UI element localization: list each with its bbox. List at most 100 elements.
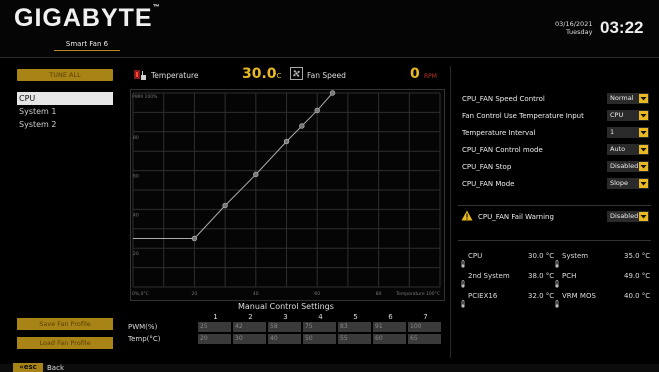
thermometer-icon: [554, 273, 560, 288]
setting-dropdown-cpu-fan-speed-control[interactable]: Normal: [607, 93, 649, 104]
load-fan-profile-button[interactable]: Load Fan Profile: [17, 337, 113, 349]
temp-row-label: Temp(°C): [128, 335, 161, 343]
fan-list: CPU System 1 System 2: [17, 92, 113, 131]
x-tick-label: 80: [376, 291, 382, 297]
curve-point-6[interactable]: [314, 107, 320, 114]
setting-label: Temperature Interval: [462, 129, 536, 137]
temp-name-cpu: CPU: [468, 252, 483, 260]
y-tick-label: 20: [133, 251, 139, 257]
curve-point-7[interactable]: [329, 90, 336, 96]
column-header: 4: [318, 313, 323, 321]
column-header: 2: [248, 313, 253, 321]
curve-point-3[interactable]: [253, 171, 259, 178]
tune-all-button[interactable]: TUNE ALL: [17, 69, 113, 81]
x-axis-title: Temperature 100°C: [395, 291, 440, 297]
temp-value-2nd-system: 38.0 °C: [528, 272, 555, 280]
pwm-cell[interactable]: 100: [408, 322, 441, 332]
temperature-unit: °C: [273, 72, 282, 80]
setting-label: Fan Control Use Temperature Input: [462, 112, 584, 120]
fan-fail-warning-value: Disabled: [610, 212, 639, 220]
pwm-row: PWM(%) 25 42 58 75 83 91 100: [128, 322, 443, 332]
clock-time: 03:22: [600, 18, 644, 37]
temperature-value: 30.0: [242, 66, 277, 82]
x-tick-label: 40: [253, 291, 259, 297]
fan-fail-warning-dropdown[interactable]: Disabled: [607, 211, 649, 222]
panel-divider: [450, 66, 451, 358]
pwm-cell[interactable]: 42: [233, 322, 266, 332]
fan-speed-unit: RPM: [424, 73, 437, 80]
temp-name-pch: PCH: [562, 272, 577, 280]
fan-item-cpu[interactable]: CPU: [17, 92, 113, 105]
fan-curve-graph[interactable]: PWM 100% 80 60 40 20 20 40 60 80 0%,0°C Temperatur…: [130, 89, 445, 301]
temp-value-system: 35.0 °C: [624, 252, 651, 260]
manual-control-table: 1 2 3 4 5 6 7 PWM(%) 25 42 58 75 83 91 100 Temp(°C) 20…: [128, 313, 443, 344]
fan-speed-label: Fan Speed: [307, 71, 346, 80]
temp-row: Temp(°C) 20 30 40 50 55 60 65: [128, 334, 443, 344]
save-fan-profile-button[interactable]: Save Fan Profile: [17, 318, 113, 330]
temp-value-pciex16: 32.0 °C: [528, 292, 555, 300]
thermometer-icon: [460, 293, 466, 308]
setting-dropdown-temperature-interval[interactable]: 1: [607, 127, 649, 138]
weekday-text: Tuesday: [566, 28, 593, 36]
pwm-cell[interactable]: 58: [268, 322, 301, 332]
temp-cell[interactable]: 60: [373, 334, 406, 344]
chevron-down-icon: [639, 128, 648, 137]
x-tick-label: 60: [314, 291, 320, 297]
setting-dropdown-cpu-fan-mode[interactable]: Slope: [607, 178, 649, 189]
temp-cell[interactable]: 30: [233, 334, 266, 344]
chevron-down-icon: [639, 179, 648, 188]
setting-label: CPU_FAN Speed Control: [462, 95, 545, 103]
temp-name-pciex16: PCIEX16: [468, 292, 498, 300]
manual-header-row: 1 2 3 4 5 6 7: [128, 313, 443, 321]
esc-button[interactable]: «esc: [13, 363, 43, 372]
setting-dropdown-fan-control-use-temperature-input[interactable]: CPU: [607, 110, 649, 121]
column-header: 3: [283, 313, 288, 321]
temps-divider: [458, 240, 651, 241]
pwm-cell[interactable]: 75: [303, 322, 336, 332]
pwm-cell[interactable]: 91: [373, 322, 406, 332]
thermometer-icon: [554, 253, 560, 268]
date-text: 03/16/2021: [555, 20, 593, 28]
curve-point-2[interactable]: [222, 202, 228, 209]
temp-cell[interactable]: 20: [198, 334, 231, 344]
chevron-down-icon: [639, 111, 648, 120]
brand-logo: GIGABYTE™: [14, 4, 161, 32]
temp-cell[interactable]: 65: [408, 334, 441, 344]
setting-value: Auto: [610, 145, 626, 153]
temp-value-vrm-mos: 40.0 °C: [624, 292, 651, 300]
back-label: Back: [47, 364, 64, 372]
curve-point-1[interactable]: [191, 235, 198, 242]
fan-item-system-1[interactable]: System 1: [17, 105, 113, 118]
curve-point-5[interactable]: [299, 123, 305, 129]
fan-fail-warning-label: CPU_FAN Fail Warning: [478, 213, 554, 221]
setting-dropdown-cpu-fan-control-mode[interactable]: Auto: [607, 144, 649, 155]
fan-speed-value: 0: [410, 66, 420, 82]
fan-icon: [290, 67, 303, 80]
fan-item-system-2[interactable]: System 2: [17, 118, 113, 131]
temperature-label: Temperature: [151, 71, 199, 80]
curve-point-4[interactable]: [283, 138, 290, 145]
footer-bar: [0, 364, 659, 372]
temp-cell[interactable]: 40: [268, 334, 301, 344]
chevron-down-icon: [639, 94, 648, 103]
graph-grid: [132, 92, 441, 288]
setting-value: Slope: [610, 179, 629, 187]
setting-label: CPU_FAN Mode: [462, 180, 515, 188]
pwm-cell[interactable]: 25: [198, 322, 231, 332]
chevron-down-icon: [639, 162, 648, 171]
pwm-cell[interactable]: 83: [338, 322, 371, 332]
thermometer-icon: [460, 253, 466, 268]
setting-row-cpu-fan-speed-control: CPU_FAN Speed Control Normal: [462, 92, 656, 109]
chevron-down-icon: [639, 145, 648, 154]
y-tick-label: 40: [133, 212, 139, 218]
warning-icon: [461, 210, 473, 221]
y-tick-label: 60: [133, 174, 139, 180]
temp-name-vrm-mos: VRM MOS: [562, 292, 596, 300]
fan-curve-line: [194, 92, 333, 239]
setting-dropdown-cpu-fan-stop[interactable]: Disabled: [607, 161, 649, 172]
setting-value: Disabled: [610, 162, 639, 170]
temp-cell[interactable]: 50: [303, 334, 336, 344]
temp-value-cpu: 30.0 °C: [528, 252, 555, 260]
settings-divider: [458, 205, 651, 206]
temp-cell[interactable]: 55: [338, 334, 371, 344]
